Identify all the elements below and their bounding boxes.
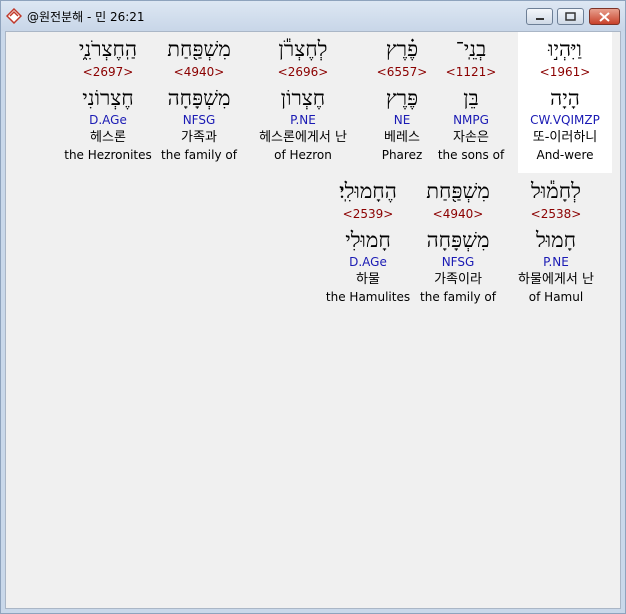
english-gloss: of Hezron [274,148,332,162]
hebrew-word: הֶחָמוּלִֽי׃ [339,179,397,203]
hebrew-word: מִשְׁפַּ֖חַת [426,179,490,203]
word-cell[interactable]: לְחֶצְרֹ֕ן <2696> חֶצְרוֹן P.NE 헤스론에게서 난… [246,35,360,163]
hebrew-word: הַֽחֶצְרֹנִ֑י [78,37,138,61]
minimize-icon [535,17,544,20]
strong-number[interactable]: <1961> [518,63,612,81]
morphology-code[interactable]: CW.VQIMZP [518,111,612,129]
korean-gloss: 가족이라 [434,272,482,287]
korean-gloss: 또-이러하니 [532,130,598,145]
word-cell[interactable]: פֶ֗רֶץ <6557> פֶּרֶץ NE 베레스 Pharez [350,35,454,163]
strong-number[interactable]: <4940> [411,205,505,223]
morphology-code[interactable]: D.AGe [56,111,160,129]
close-button[interactable] [589,8,620,25]
word-cell[interactable]: מִשְׁפַּ֖חַת <4940> מִשְׁפָּחָה NFSG 가족이… [411,177,505,305]
lexical-form: חֶצְרוֹן [280,86,326,110]
word-analysis-panel: וַיִּהְי֣וּ <1961> הָיָה CW.VQIMZP 또-이러하… [5,31,621,609]
english-gloss: the family of [161,148,237,162]
strong-number[interactable]: <2696> [246,63,360,81]
morphology-code[interactable]: P.NE [246,111,360,129]
word-cell[interactable]: הֶחָמוּלִֽי׃ <2539> חָמוּלִי D.AGe 하물 th… [320,177,416,305]
hebrew-word: מִשְׁפַּ֖חַת [167,37,231,61]
lexical-form: חָמוּלִי [345,228,391,252]
close-icon [599,11,610,22]
english-gloss: And-were [536,148,594,162]
strong-number[interactable]: <2539> [320,205,416,223]
morphology-code[interactable]: NFSG [152,111,246,129]
minimize-button[interactable] [526,8,553,25]
maximize-button[interactable] [557,8,584,25]
app-window: @원전분해 - 민 26:21 וַיִּהְי֣וּ <1961> הָיָה… [0,0,626,614]
morphology-code[interactable]: NE [350,111,454,129]
lexical-form: חֶצְרוֹנִי [82,86,134,110]
window-title: @원전분해 - 민 26:21 [27,10,145,24]
korean-gloss: 헤스론에게서 난 [259,130,347,145]
word-cell[interactable]: לְחָמ֕וּל <2538> חָמוּל P.NE 하물에게서 난 of … [506,177,606,305]
strong-number[interactable]: <4940> [152,63,246,81]
hebrew-word: לְחֶצְרֹ֕ן [278,37,328,61]
english-gloss: the Hamulites [325,290,411,304]
maximize-icon [565,12,576,21]
word-cell[interactable]: וַיִּהְי֣וּ <1961> הָיָה CW.VQIMZP 또-이러하… [518,32,612,173]
korean-gloss: 하물에게서 난 [518,272,594,287]
lexical-form: פֶּרֶץ [385,86,419,110]
morphology-code[interactable]: P.NE [506,253,606,271]
korean-gloss: 헤스론 [90,130,126,145]
english-gloss: the family of [420,290,496,304]
lexical-form: הָיָה [550,86,580,110]
lexical-form: מִשְׁפָּחָה [167,86,231,110]
strong-number[interactable]: <6557> [350,63,454,81]
english-gloss: the Hezronites [64,148,152,162]
morphology-code[interactable]: D.AGe [320,253,416,271]
strong-number[interactable]: <2697> [56,63,160,81]
word-cell[interactable]: הַֽחֶצְרֹנִ֑י <2697> חֶצְרוֹנִי D.AGe 헤스… [56,35,160,163]
title-bar[interactable]: @원전분해 - 민 26:21 [1,1,625,31]
hebrew-word: וַיִּהְי֣וּ [548,37,582,61]
hebrew-word: פֶ֗רֶץ [385,37,419,61]
english-gloss: of Hamul [528,290,584,304]
app-logo-icon [5,7,23,25]
korean-gloss: 가족과 [181,130,217,145]
morphology-code[interactable]: NFSG [411,253,505,271]
hebrew-word: לְחָמ֕וּל [531,179,581,203]
word-cell[interactable]: מִשְׁפַּ֖חַת <4940> מִשְׁפָּחָה NFSG 가족과… [152,35,246,163]
lexical-form: חָמוּל [535,228,577,252]
strong-number[interactable]: <2538> [506,205,606,223]
english-gloss: Pharez [381,148,423,162]
korean-gloss: 하물 [356,272,380,287]
lexical-form: מִשְׁפָּחָה [426,228,490,252]
korean-gloss: 베레스 [384,130,420,145]
